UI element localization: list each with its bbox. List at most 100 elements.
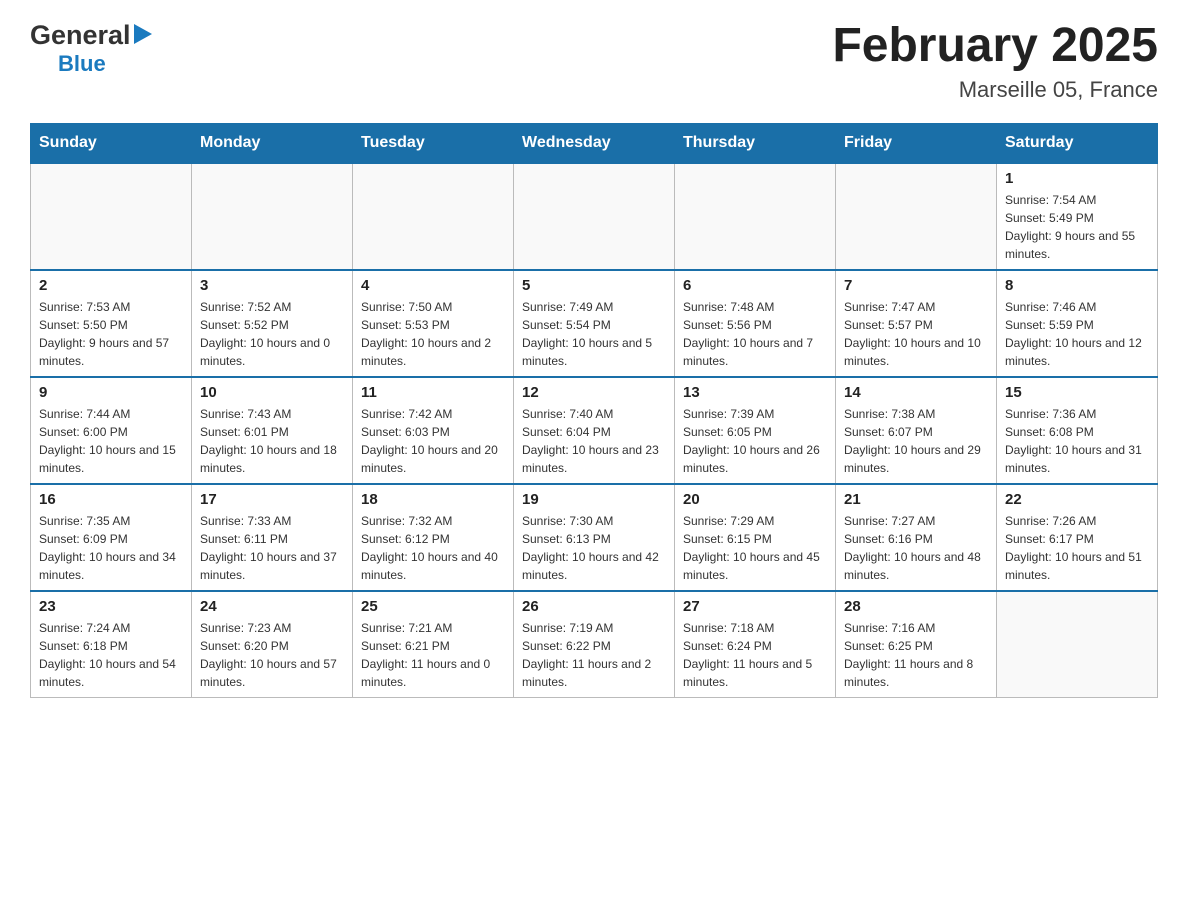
day-number: 3 (200, 277, 344, 294)
day-info: Sunrise: 7:36 AMSunset: 6:08 PMDaylight:… (1005, 405, 1149, 477)
calendar-week-row: 1 Sunrise: 7:54 AMSunset: 5:49 PMDaylight… (31, 163, 1158, 270)
day-number: 22 (1005, 491, 1149, 508)
calendar-day-cell: 16Sunrise: 7:35 AMSunset: 6:09 PMDayligh… (31, 484, 192, 591)
calendar-day-cell (675, 163, 836, 270)
calendar-day-cell: 4 Sunrise: 7:50 AMSunset: 5:53 PMDaylight… (353, 270, 514, 377)
day-info: Sunrise: 7:54 AMSunset: 5:49 PMDaylight:… (1005, 191, 1149, 263)
day-number: 10 (200, 384, 344, 401)
calendar-header-row: SundayMondayTuesdayWednesdayThursdayFrid… (31, 123, 1158, 163)
calendar-day-cell (997, 591, 1158, 698)
calendar-day-cell: 11 Sunrise: 7:42 AMSunset: 6:03 PMDayligh… (353, 377, 514, 484)
day-info: Sunrise: 7:44 AMSunset: 6:00 PMDaylight:… (39, 405, 183, 477)
location: Marseille 05, France (832, 77, 1158, 103)
day-info: Sunrise: 7:38 AMSunset: 6:07 PMDaylight:… (844, 405, 988, 477)
day-info: Sunrise: 7:46 AMSunset: 5:59 PMDaylight:… (1005, 298, 1149, 370)
calendar-day-cell: 1 Sunrise: 7:54 AMSunset: 5:49 PMDaylight… (997, 163, 1158, 270)
day-info: Sunrise: 7:32 AMSunset: 6:12 PMDaylight:… (361, 512, 505, 584)
calendar-day-cell: 26Sunrise: 7:19 AMSunset: 6:22 PMDayligh… (514, 591, 675, 698)
calendar-day-cell: 14 Sunrise: 7:38 AMSunset: 6:07 PMDayligh… (836, 377, 997, 484)
logo-arrow-icon (134, 24, 152, 49)
calendar-day-cell: 3 Sunrise: 7:52 AMSunset: 5:52 PMDaylight… (192, 270, 353, 377)
day-number: 1 (1005, 170, 1149, 187)
day-number: 2 (39, 277, 183, 294)
calendar-day-cell: 23 Sunrise: 7:24 AMSunset: 6:18 PMDayligh… (31, 591, 192, 698)
day-info: Sunrise: 7:24 AMSunset: 6:18 PMDaylight:… (39, 619, 183, 691)
title-section: February 2025 Marseille 05, France (832, 20, 1158, 103)
day-info: Sunrise: 7:16 AMSunset: 6:25 PMDaylight:… (844, 619, 988, 691)
day-number: 11 (361, 384, 505, 401)
calendar-day-cell: 27 Sunrise: 7:18 AMSunset: 6:24 PMDayligh… (675, 591, 836, 698)
day-info: Sunrise: 7:18 AMSunset: 6:24 PMDaylight:… (683, 619, 827, 691)
day-number: 17 (200, 491, 344, 508)
day-info: Sunrise: 7:50 AMSunset: 5:53 PMDaylight:… (361, 298, 505, 370)
day-info: Sunrise: 7:52 AMSunset: 5:52 PMDaylight:… (200, 298, 344, 370)
calendar-day-header: Wednesday (514, 123, 675, 163)
calendar-day-cell: 9Sunrise: 7:44 AMSunset: 6:00 PMDaylight… (31, 377, 192, 484)
calendar-day-cell: 22 Sunrise: 7:26 AMSunset: 6:17 PMDayligh… (997, 484, 1158, 591)
calendar-day-cell: 2 Sunrise: 7:53 AMSunset: 5:50 PMDaylight… (31, 270, 192, 377)
day-info: Sunrise: 7:42 AMSunset: 6:03 PMDaylight:… (361, 405, 505, 477)
day-number: 8 (1005, 277, 1149, 294)
day-info: Sunrise: 7:26 AMSunset: 6:17 PMDaylight:… (1005, 512, 1149, 584)
day-number: 20 (683, 491, 827, 508)
calendar-day-cell: 10 Sunrise: 7:43 AMSunset: 6:01 PMDayligh… (192, 377, 353, 484)
day-number: 19 (522, 491, 666, 508)
day-info: Sunrise: 7:30 AMSunset: 6:13 PMDaylight:… (522, 512, 666, 584)
day-number: 23 (39, 598, 183, 615)
month-title: February 2025 (832, 20, 1158, 73)
day-number: 6 (683, 277, 827, 294)
day-info: Sunrise: 7:53 AMSunset: 5:50 PMDaylight:… (39, 298, 183, 370)
day-info: Sunrise: 7:23 AMSunset: 6:20 PMDaylight:… (200, 619, 344, 691)
calendar-day-header: Monday (192, 123, 353, 163)
day-number: 24 (200, 598, 344, 615)
day-info: Sunrise: 7:39 AMSunset: 6:05 PMDaylight:… (683, 405, 827, 477)
day-number: 21 (844, 491, 988, 508)
day-info: Sunrise: 7:43 AMSunset: 6:01 PMDaylight:… (200, 405, 344, 477)
calendar-day-cell: 13 Sunrise: 7:39 AMSunset: 6:05 PMDayligh… (675, 377, 836, 484)
calendar-week-row: 16Sunrise: 7:35 AMSunset: 6:09 PMDayligh… (31, 484, 1158, 591)
calendar-day-cell (514, 163, 675, 270)
page-header: General Blue February 2025 Marseille 05,… (30, 20, 1158, 103)
day-info: Sunrise: 7:33 AMSunset: 6:11 PMDaylight:… (200, 512, 344, 584)
calendar-day-cell (836, 163, 997, 270)
calendar-day-header: Sunday (31, 123, 192, 163)
day-number: 18 (361, 491, 505, 508)
calendar-day-cell: 24 Sunrise: 7:23 AMSunset: 6:20 PMDayligh… (192, 591, 353, 698)
calendar-day-header: Tuesday (353, 123, 514, 163)
calendar-day-cell: 25Sunrise: 7:21 AMSunset: 6:21 PMDayligh… (353, 591, 514, 698)
logo-general-text: General (30, 20, 131, 51)
calendar-day-cell: 6 Sunrise: 7:48 AMSunset: 5:56 PMDaylight… (675, 270, 836, 377)
day-number: 15 (1005, 384, 1149, 401)
calendar-day-cell: 18 Sunrise: 7:32 AMSunset: 6:12 PMDayligh… (353, 484, 514, 591)
calendar-day-cell: 21Sunrise: 7:27 AMSunset: 6:16 PMDayligh… (836, 484, 997, 591)
day-number: 28 (844, 598, 988, 615)
calendar-day-cell: 5Sunrise: 7:49 AMSunset: 5:54 PMDaylight… (514, 270, 675, 377)
day-number: 7 (844, 277, 988, 294)
day-number: 4 (361, 277, 505, 294)
calendar-day-header: Friday (836, 123, 997, 163)
calendar-day-cell: 7Sunrise: 7:47 AMSunset: 5:57 PMDaylight… (836, 270, 997, 377)
day-info: Sunrise: 7:29 AMSunset: 6:15 PMDaylight:… (683, 512, 827, 584)
day-number: 27 (683, 598, 827, 615)
logo-blue-text: Blue (58, 51, 106, 76)
calendar-day-header: Thursday (675, 123, 836, 163)
day-info: Sunrise: 7:48 AMSunset: 5:56 PMDaylight:… (683, 298, 827, 370)
calendar-day-cell: 28 Sunrise: 7:16 AMSunset: 6:25 PMDayligh… (836, 591, 997, 698)
day-number: 14 (844, 384, 988, 401)
calendar-day-cell: 20 Sunrise: 7:29 AMSunset: 6:15 PMDayligh… (675, 484, 836, 591)
day-number: 26 (522, 598, 666, 615)
day-number: 13 (683, 384, 827, 401)
calendar-table: SundayMondayTuesdayWednesdayThursdayFrid… (30, 123, 1158, 698)
calendar-day-cell (192, 163, 353, 270)
logo: General Blue (30, 20, 152, 77)
day-number: 25 (361, 598, 505, 615)
calendar-day-cell (353, 163, 514, 270)
calendar-day-header: Saturday (997, 123, 1158, 163)
calendar-day-cell: 8 Sunrise: 7:46 AMSunset: 5:59 PMDaylight… (997, 270, 1158, 377)
calendar-day-cell (31, 163, 192, 270)
calendar-week-row: 23 Sunrise: 7:24 AMSunset: 6:18 PMDayligh… (31, 591, 1158, 698)
day-number: 12 (522, 384, 666, 401)
calendar-week-row: 9Sunrise: 7:44 AMSunset: 6:00 PMDaylight… (31, 377, 1158, 484)
calendar-day-cell: 12Sunrise: 7:40 AMSunset: 6:04 PMDayligh… (514, 377, 675, 484)
calendar-day-cell: 17 Sunrise: 7:33 AMSunset: 6:11 PMDayligh… (192, 484, 353, 591)
